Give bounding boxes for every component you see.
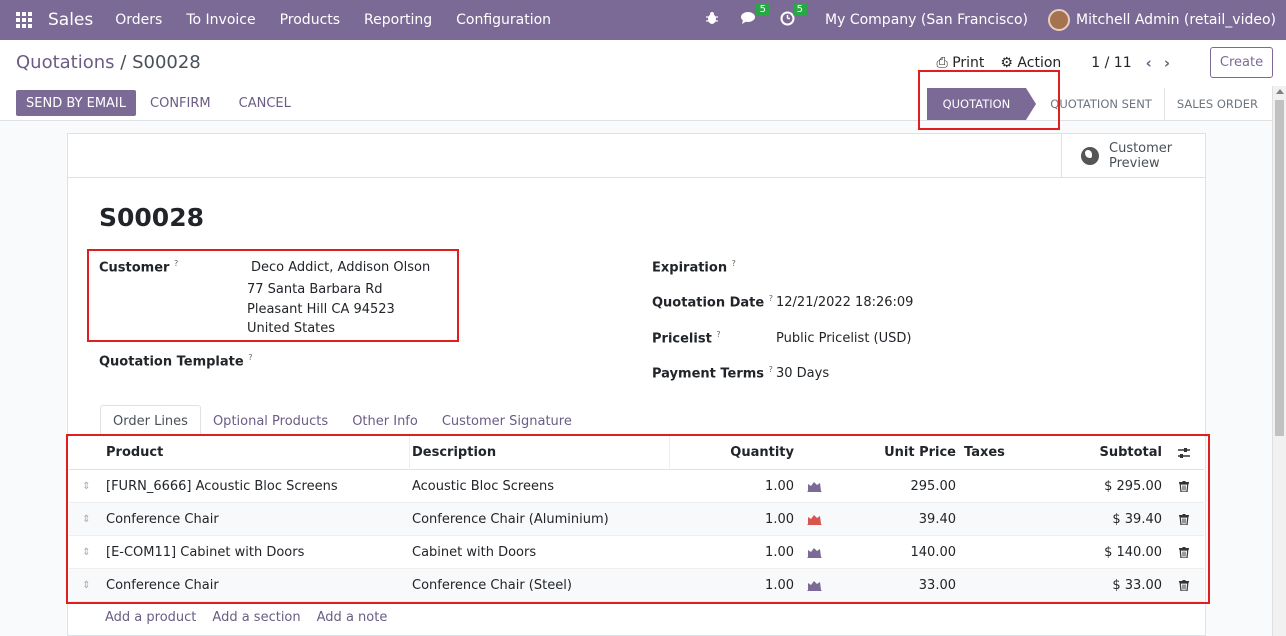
- activities-icon[interactable]: 5: [780, 2, 808, 30]
- globe-icon: [1081, 147, 1099, 165]
- action-button[interactable]: ⚙ Action: [1000, 55, 1061, 71]
- add-line-links: Add a product Add a section Add a note: [105, 610, 403, 625]
- table-highlight-box: [66, 434, 1210, 604]
- create-button[interactable]: Create: [1210, 47, 1273, 78]
- print-label: Print: [952, 55, 985, 71]
- record-title: S00028: [99, 203, 204, 232]
- pricelist-value[interactable]: Public Pricelist (USD): [776, 329, 911, 349]
- add-section-link[interactable]: Add a section: [212, 610, 300, 625]
- pager-previous-icon[interactable]: ‹: [1146, 54, 1152, 72]
- tab-optional-products[interactable]: Optional Products: [201, 405, 340, 437]
- print-button[interactable]: ⎙ Print: [937, 55, 985, 71]
- pricelist-label: Pricelist ?: [652, 330, 721, 347]
- confirm-button[interactable]: CONFIRM: [150, 96, 211, 111]
- scroll-thumb[interactable]: [1275, 100, 1284, 436]
- apps-menu-icon[interactable]: [0, 0, 48, 40]
- breadcrumb: Quotations / S00028: [16, 52, 201, 73]
- page-scrollbar[interactable]: [1272, 86, 1286, 636]
- customer-preview-label: Customer Preview: [1109, 141, 1173, 171]
- menu-configuration[interactable]: Configuration: [456, 12, 551, 28]
- pager-value[interactable]: 1 / 11: [1091, 55, 1131, 71]
- menu-reporting[interactable]: Reporting: [364, 12, 432, 28]
- top-navbar: Sales Orders To Invoice Products Reporti…: [0, 0, 1286, 40]
- tab-order-lines[interactable]: Order Lines: [100, 405, 201, 437]
- tab-other-info[interactable]: Other Info: [340, 405, 430, 437]
- breadcrumb-separator: /: [114, 52, 133, 73]
- menu-orders[interactable]: Orders: [115, 12, 162, 28]
- quotation-date-label: Quotation Date ?: [652, 294, 773, 311]
- messages-icon[interactable]: 5: [741, 3, 771, 29]
- menu-to-invoice[interactable]: To Invoice: [186, 12, 255, 28]
- breadcrumb-quotations[interactable]: Quotations: [16, 52, 115, 73]
- add-note-link[interactable]: Add a note: [317, 610, 388, 625]
- tab-customer-signature[interactable]: Customer Signature: [430, 405, 584, 437]
- payment-terms-value[interactable]: 30 Days: [776, 364, 829, 384]
- status-highlight-box: [918, 70, 1060, 130]
- messages-badge: 5: [755, 3, 771, 16]
- quotation-date-value[interactable]: 12/21/2022 18:26:09: [776, 293, 913, 313]
- user-menu[interactable]: Mitchell Admin (retail_video): [1076, 12, 1276, 28]
- activities-badge: 5: [792, 2, 808, 16]
- user-avatar[interactable]: [1047, 9, 1070, 31]
- customer-preview-button[interactable]: Customer Preview: [1061, 134, 1205, 178]
- customer-highlight-box: [87, 249, 459, 342]
- payment-terms-label: Payment Terms ?: [652, 365, 773, 382]
- menu-products[interactable]: Products: [280, 12, 340, 28]
- stage-sales-order[interactable]: SALES ORDER: [1165, 88, 1270, 120]
- breadcrumb-current: S00028: [132, 52, 201, 73]
- app-name[interactable]: Sales: [48, 10, 93, 30]
- printer-icon: ⎙: [936, 55, 948, 71]
- add-product-link[interactable]: Add a product: [105, 610, 196, 625]
- send-by-email-button[interactable]: SEND BY EMAIL: [16, 90, 137, 116]
- company-switcher[interactable]: My Company (San Francisco): [825, 12, 1028, 28]
- bug-icon[interactable]: [705, 11, 719, 29]
- notebook-tabs: Order Lines Optional Products Other Info…: [100, 405, 584, 437]
- expiration-label: Expiration ?: [652, 259, 736, 276]
- action-label: Action: [1017, 55, 1062, 71]
- scroll-up-icon[interactable]: [1276, 89, 1284, 94]
- control-panel: Quotations / S00028 ⎙ Print ⚙ Action 1 /…: [0, 40, 1286, 121]
- cancel-button[interactable]: CANCEL: [239, 96, 291, 111]
- gear-icon: ⚙: [1000, 55, 1013, 71]
- quotation-template-label: Quotation Template ?: [99, 353, 253, 370]
- pager-next-icon[interactable]: ›: [1164, 54, 1170, 72]
